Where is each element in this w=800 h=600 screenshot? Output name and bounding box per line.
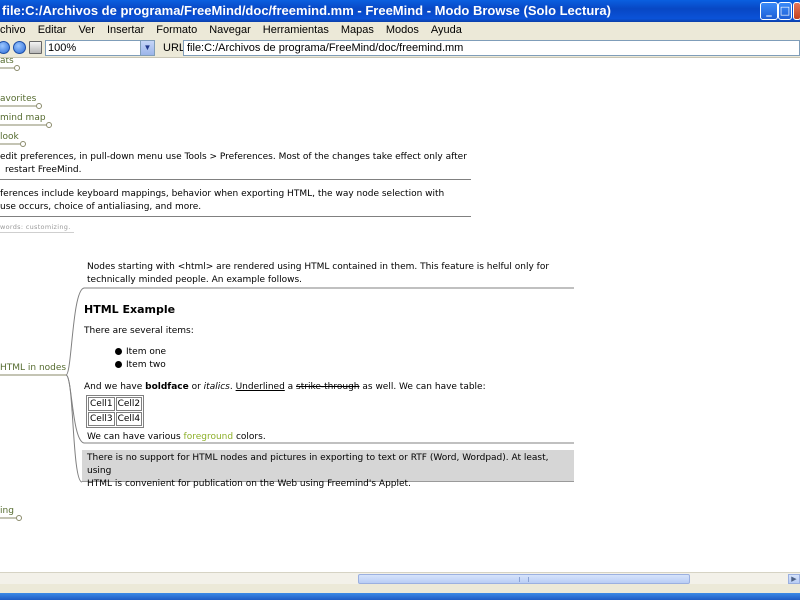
keywords-label: words: customizing. [0, 223, 71, 231]
mind-map-canvas[interactable]: ats avorites mind map look edit preferen… [0, 58, 800, 572]
back-icon[interactable] [0, 41, 10, 54]
fold-knob[interactable] [14, 65, 20, 71]
scroll-right-icon[interactable]: ▶ [788, 574, 800, 584]
text-span: a [284, 382, 297, 392]
node-mind-map[interactable]: mind map [0, 113, 46, 123]
preferences-note-1: edit preferences, in pull-down menu use … [0, 151, 467, 177]
fold-knob[interactable] [36, 103, 42, 109]
node-html-in-nodes[interactable]: HTML in nodes [0, 363, 66, 373]
menu-ver[interactable]: Ver [72, 22, 101, 38]
node-favorites[interactable]: avorites [0, 94, 36, 104]
strike-text: strike-through [296, 382, 360, 392]
menu-archivo[interactable]: chivo [0, 22, 32, 38]
demo-table: Cell1 Cell2 Cell3 Cell4 [86, 395, 145, 428]
bold-text: boldface [145, 382, 189, 392]
formatting-line: And we have boldface or italics. Underli… [84, 381, 486, 394]
export-note[interactable]: There is no support for HTML nodes and p… [82, 450, 574, 489]
text-span: as well. We can have table: [359, 382, 486, 392]
menu-insertar[interactable]: Insertar [101, 22, 150, 38]
table-cell: Cell2 [115, 397, 143, 411]
text-line: edit preferences, in pull-down menu use … [0, 152, 467, 162]
text-line: restart FreeMind. [5, 165, 82, 175]
chevron-down-icon[interactable]: ▼ [140, 41, 154, 55]
menu-ayuda[interactable]: Ayuda [425, 22, 468, 38]
table-row: Cell3 Cell4 [88, 412, 143, 426]
table-cell: Cell3 [88, 412, 115, 426]
url-input[interactable]: file:C:/Archivos de programa/FreeMind/do… [183, 40, 800, 56]
node-top[interactable]: ats [0, 58, 14, 66]
node-bottom[interactable]: ing [0, 506, 14, 516]
menu-mapas[interactable]: Mapas [335, 22, 380, 38]
maximize-button[interactable]: □ [778, 2, 792, 20]
node-divider [0, 179, 471, 180]
text-line: HTML is convenient for publication on th… [87, 479, 411, 489]
fold-knob[interactable] [20, 141, 26, 147]
node-divider [0, 216, 471, 217]
html-intro[interactable]: Nodes starting with <html> are rendered … [87, 261, 549, 287]
text-line: ferences include keyboard mappings, beha… [0, 189, 445, 199]
list-item-label: Item one [126, 347, 167, 357]
list-item: Item two [115, 360, 166, 370]
underlined-text: Underlined [235, 382, 285, 392]
text-span: or [188, 382, 204, 392]
forward-icon[interactable] [13, 41, 26, 54]
text-span: And we have [84, 382, 146, 392]
bullet-icon [115, 361, 122, 368]
node-divider [0, 232, 74, 233]
fold-knob[interactable] [46, 122, 52, 128]
title-bar: file:C:/Archivos de programa/FreeMind/do… [0, 0, 800, 22]
html-example-title: HTML Example [84, 303, 176, 316]
text-span: colors. [233, 432, 266, 442]
menu-bar: chivo Editar Ver Insertar Formato Navegar Herr… [0, 22, 800, 38]
horizontal-scrollbar[interactable]: ▶ [0, 572, 800, 584]
zoom-select[interactable]: 100% ▼ [45, 40, 155, 56]
table-cell: Cell1 [88, 397, 115, 411]
text-line: Nodes starting with <html> are rendered … [87, 262, 550, 272]
menu-navegar[interactable]: Navegar [203, 22, 257, 38]
menu-formato[interactable]: Formato [150, 22, 203, 38]
menu-editar[interactable]: Editar [32, 22, 73, 38]
print-icon[interactable] [29, 41, 42, 54]
grip-icon [519, 577, 529, 582]
colors-line: We can have various foreground colors. [87, 431, 266, 444]
text-span: We can have various [87, 432, 184, 442]
table-cell: Cell4 [115, 412, 143, 426]
italic-text: italics [203, 382, 230, 392]
minimize-button[interactable]: _ [760, 2, 778, 20]
zoom-value: 100% [48, 42, 77, 54]
node-look[interactable]: look [0, 132, 19, 142]
menu-modos[interactable]: Modos [380, 22, 425, 38]
close-button[interactable] [793, 2, 800, 20]
table-row: Cell1 Cell2 [88, 397, 143, 411]
taskbar [0, 593, 800, 600]
text-line: technically minded people. An example fo… [87, 275, 303, 285]
bullet-icon [115, 348, 122, 355]
url-value: file:C:/Archivos de programa/FreeMind/do… [187, 42, 464, 54]
list-item-label: Item two [126, 360, 166, 370]
preferences-note-2: ferences include keyboard mappings, beha… [0, 188, 444, 214]
menu-herramientas[interactable]: Herramientas [257, 22, 335, 38]
list-item: Item one [115, 347, 166, 357]
scrollbar-thumb[interactable] [358, 574, 690, 584]
text-line: There is no support for HTML nodes and p… [87, 453, 549, 476]
text-line: use occurs, choice of antialiasing, and … [0, 202, 202, 212]
toolbar: 100% ▼ URL: file:C:/Archivos de programa… [0, 38, 800, 58]
foreground-colored-text: foreground [183, 432, 234, 442]
window-title: file:C:/Archivos de programa/FreeMind/do… [2, 3, 611, 18]
several-items-text: There are several items: [84, 326, 194, 336]
fold-knob[interactable] [16, 515, 22, 521]
